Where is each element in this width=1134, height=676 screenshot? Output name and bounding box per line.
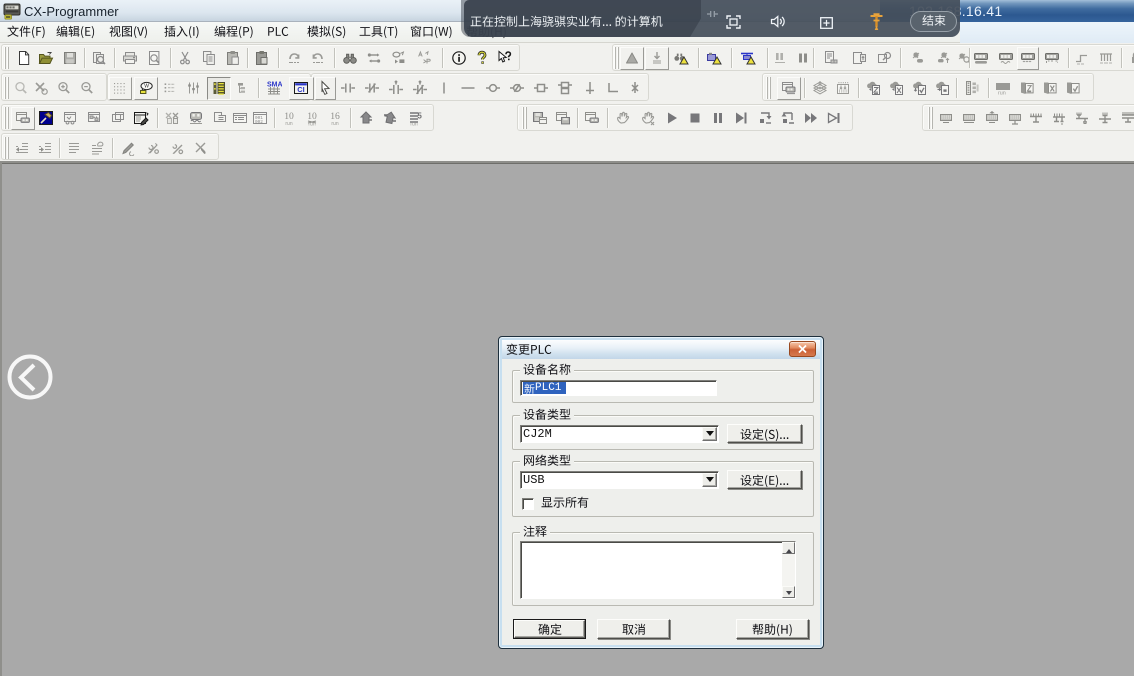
svg-text:CI: CI (297, 85, 304, 94)
svg-text:run: run (308, 121, 315, 126)
svg-text:run: run (331, 121, 338, 126)
svg-text:10: 10 (307, 111, 317, 122)
svg-text:run: run (998, 91, 1006, 96)
svg-text:run: run (410, 122, 417, 126)
svg-text:002: 002 (255, 120, 263, 125)
svg-text:5: 5 (417, 111, 422, 120)
svg-text:W: W (144, 84, 149, 90)
svg-text:run: run (285, 121, 292, 126)
